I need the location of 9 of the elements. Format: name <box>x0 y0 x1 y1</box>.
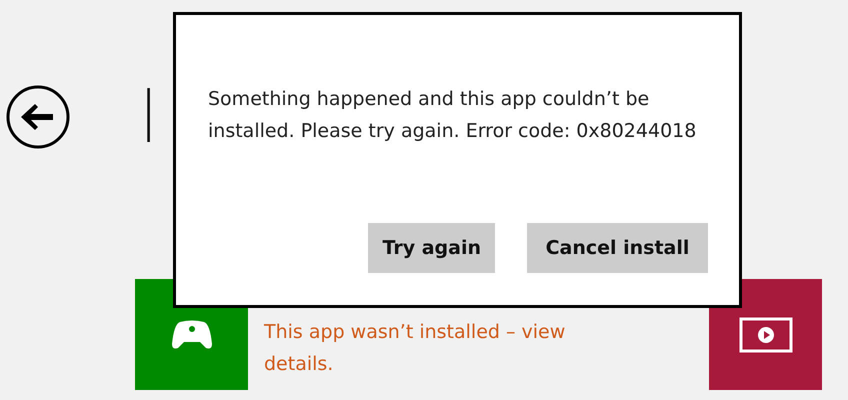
page-title: I <box>141 82 156 152</box>
app-tile[interactable] <box>709 279 822 390</box>
error-message: Something happened and this app couldn’t be installed. Please try again. Error code: 0x80244018 <box>208 87 698 144</box>
dialog-button[interactable]: Cancel install <box>527 223 708 273</box>
install-failed-message[interactable]: This app wasn’t installed – view details. <box>264 316 614 380</box>
video-icon <box>738 316 792 352</box>
game-controller-icon <box>172 320 212 350</box>
back-icon[interactable] <box>5 84 71 150</box>
dialog-button[interactable]: Try again <box>368 223 495 273</box>
